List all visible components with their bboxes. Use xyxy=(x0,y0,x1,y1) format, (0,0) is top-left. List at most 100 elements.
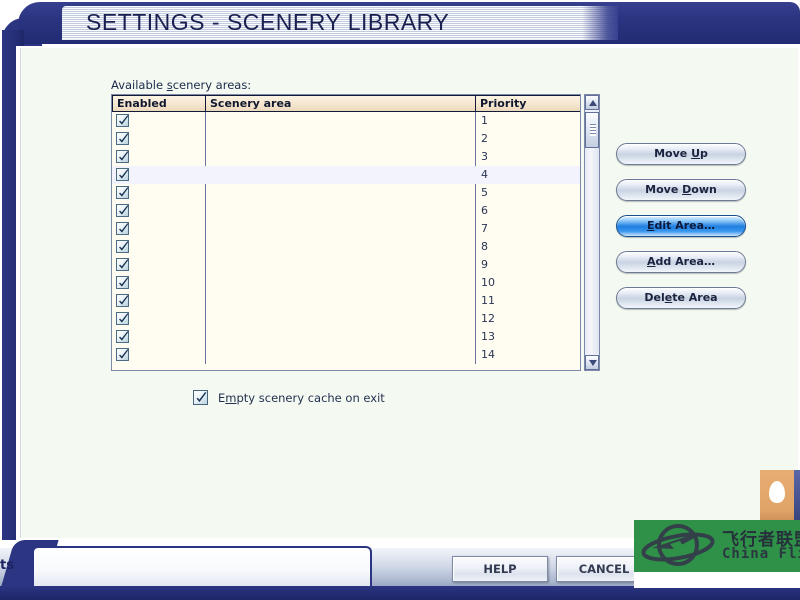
empty-cache-label: Empty scenery cache on exit xyxy=(218,390,385,405)
cell-scenery-area xyxy=(206,292,476,310)
row-enabled-checkbox[interactable] xyxy=(116,240,129,253)
column-header-scenery-area[interactable]: Scenery area xyxy=(206,95,476,112)
row-enabled-checkbox[interactable] xyxy=(116,132,129,145)
cell-priority: 1 xyxy=(481,114,488,127)
list-label: Available scenery areas: xyxy=(111,78,252,92)
row-enabled-checkbox[interactable] xyxy=(116,330,129,343)
edit-area-button[interactable]: Edit Area… xyxy=(616,215,746,237)
qq-penguin-icon[interactable] xyxy=(760,470,794,520)
table-row[interactable]: 12 xyxy=(112,310,580,328)
cell-enabled xyxy=(112,130,206,148)
cell-scenery-area xyxy=(206,220,476,238)
cell-enabled xyxy=(112,256,206,274)
scrollbar-grip-icon xyxy=(590,124,596,136)
cell-priority: 9 xyxy=(481,258,488,271)
china-flier-logo-icon xyxy=(641,524,715,566)
empty-scenery-cache-option[interactable]: Empty scenery cache on exit xyxy=(193,390,385,405)
bottom-tab-fragment-label: ts xyxy=(0,558,14,573)
cell-enabled xyxy=(112,328,206,346)
table-row[interactable]: 4 xyxy=(112,166,580,184)
cell-enabled xyxy=(112,166,206,184)
table-row[interactable]: 14 xyxy=(112,346,580,364)
cell-priority: 2 xyxy=(481,132,488,145)
table-row[interactable]: 13 xyxy=(112,328,580,346)
row-enabled-checkbox[interactable] xyxy=(116,348,129,361)
scrollbar-thumb[interactable] xyxy=(585,112,599,148)
row-enabled-checkbox[interactable] xyxy=(116,150,129,163)
cell-enabled xyxy=(112,148,206,166)
cell-priority: 10 xyxy=(481,276,495,289)
dialog-buttons: HELP CANCEL xyxy=(452,556,652,582)
row-enabled-checkbox[interactable] xyxy=(116,294,129,307)
move-down-button[interactable]: Move Down xyxy=(616,179,746,201)
scroll-up-arrow-icon[interactable] xyxy=(585,95,599,110)
table-row[interactable]: 10 xyxy=(112,274,580,292)
scroll-down-arrow-icon[interactable] xyxy=(585,355,599,370)
settings-window: SETTINGS - SCENERY LIBRARY Available sce… xyxy=(0,0,800,600)
cell-enabled xyxy=(112,202,206,220)
cell-scenery-area xyxy=(206,130,476,148)
empty-cache-checkbox[interactable] xyxy=(193,390,208,405)
list-action-buttons: Move Up Move Down Edit Area… Add Area… Delet… xyxy=(616,143,746,323)
scenery-list[interactable]: Enabled Scenery area Priority 1234567891… xyxy=(111,94,581,371)
cell-priority: 8 xyxy=(481,240,488,253)
title-bar: SETTINGS - SCENERY LIBRARY xyxy=(62,6,618,40)
add-area-button[interactable]: Add Area… xyxy=(616,251,746,273)
cell-enabled xyxy=(112,238,206,256)
tray-panel-edge xyxy=(794,470,800,520)
row-enabled-checkbox[interactable] xyxy=(116,204,129,217)
cell-scenery-area xyxy=(206,274,476,292)
dialog-body: Available scenery areas: Enabled Scenery… xyxy=(20,48,798,538)
cell-enabled xyxy=(112,292,206,310)
window-frame-bottom xyxy=(0,586,800,600)
row-enabled-checkbox[interactable] xyxy=(116,276,129,289)
table-row[interactable]: 3 xyxy=(112,148,580,166)
cell-scenery-area xyxy=(206,310,476,328)
penguin-body-icon xyxy=(769,481,785,503)
cell-scenery-area xyxy=(206,184,476,202)
row-enabled-checkbox[interactable] xyxy=(116,312,129,325)
watermark-en-text: China Flier xyxy=(722,546,800,562)
delete-area-button[interactable]: Delete Area xyxy=(616,287,746,309)
table-row[interactable]: 2 xyxy=(112,130,580,148)
table-row[interactable]: 7 xyxy=(112,220,580,238)
cell-priority: 14 xyxy=(481,348,495,361)
row-enabled-checkbox[interactable] xyxy=(116,168,129,181)
table-row[interactable]: 5 xyxy=(112,184,580,202)
cell-enabled xyxy=(112,220,206,238)
cell-enabled xyxy=(112,274,206,292)
cell-enabled xyxy=(112,346,206,364)
bottom-active-tab[interactable] xyxy=(32,546,372,590)
cell-priority: 5 xyxy=(481,186,488,199)
cell-scenery-area xyxy=(206,166,476,184)
row-enabled-checkbox[interactable] xyxy=(116,258,129,271)
move-up-button[interactable]: Move Up xyxy=(616,143,746,165)
table-row[interactable]: 11 xyxy=(112,292,580,310)
row-enabled-checkbox[interactable] xyxy=(116,222,129,235)
cell-priority: 12 xyxy=(481,312,495,325)
list-vertical-scrollbar[interactable] xyxy=(584,94,600,371)
row-enabled-checkbox[interactable] xyxy=(116,114,129,127)
cell-scenery-area xyxy=(206,148,476,166)
row-enabled-checkbox[interactable] xyxy=(116,186,129,199)
cell-priority: 6 xyxy=(481,204,488,217)
cell-priority: 3 xyxy=(481,150,488,163)
column-header-enabled[interactable]: Enabled xyxy=(112,95,206,112)
cell-scenery-area xyxy=(206,202,476,220)
table-row[interactable]: 1 xyxy=(112,112,580,130)
help-button[interactable]: HELP xyxy=(452,556,548,582)
page-title: SETTINGS - SCENERY LIBRARY xyxy=(86,9,450,35)
table-row[interactable]: 6 xyxy=(112,202,580,220)
column-header-priority[interactable]: Priority xyxy=(476,95,580,112)
watermark-backdrop xyxy=(634,572,800,588)
cell-scenery-area xyxy=(206,256,476,274)
cell-priority: 7 xyxy=(481,222,488,235)
table-row[interactable]: 9 xyxy=(112,256,580,274)
watermark-overlay: 飞行者联盟 China Flier xyxy=(634,520,800,572)
cell-enabled xyxy=(112,310,206,328)
cell-scenery-area xyxy=(206,238,476,256)
cell-scenery-area xyxy=(206,112,476,130)
cell-scenery-area xyxy=(206,328,476,346)
table-row[interactable]: 8 xyxy=(112,238,580,256)
list-body: 1 2 3 4 5 6 7 8 9 10 11 12 13 14 xyxy=(112,112,580,370)
